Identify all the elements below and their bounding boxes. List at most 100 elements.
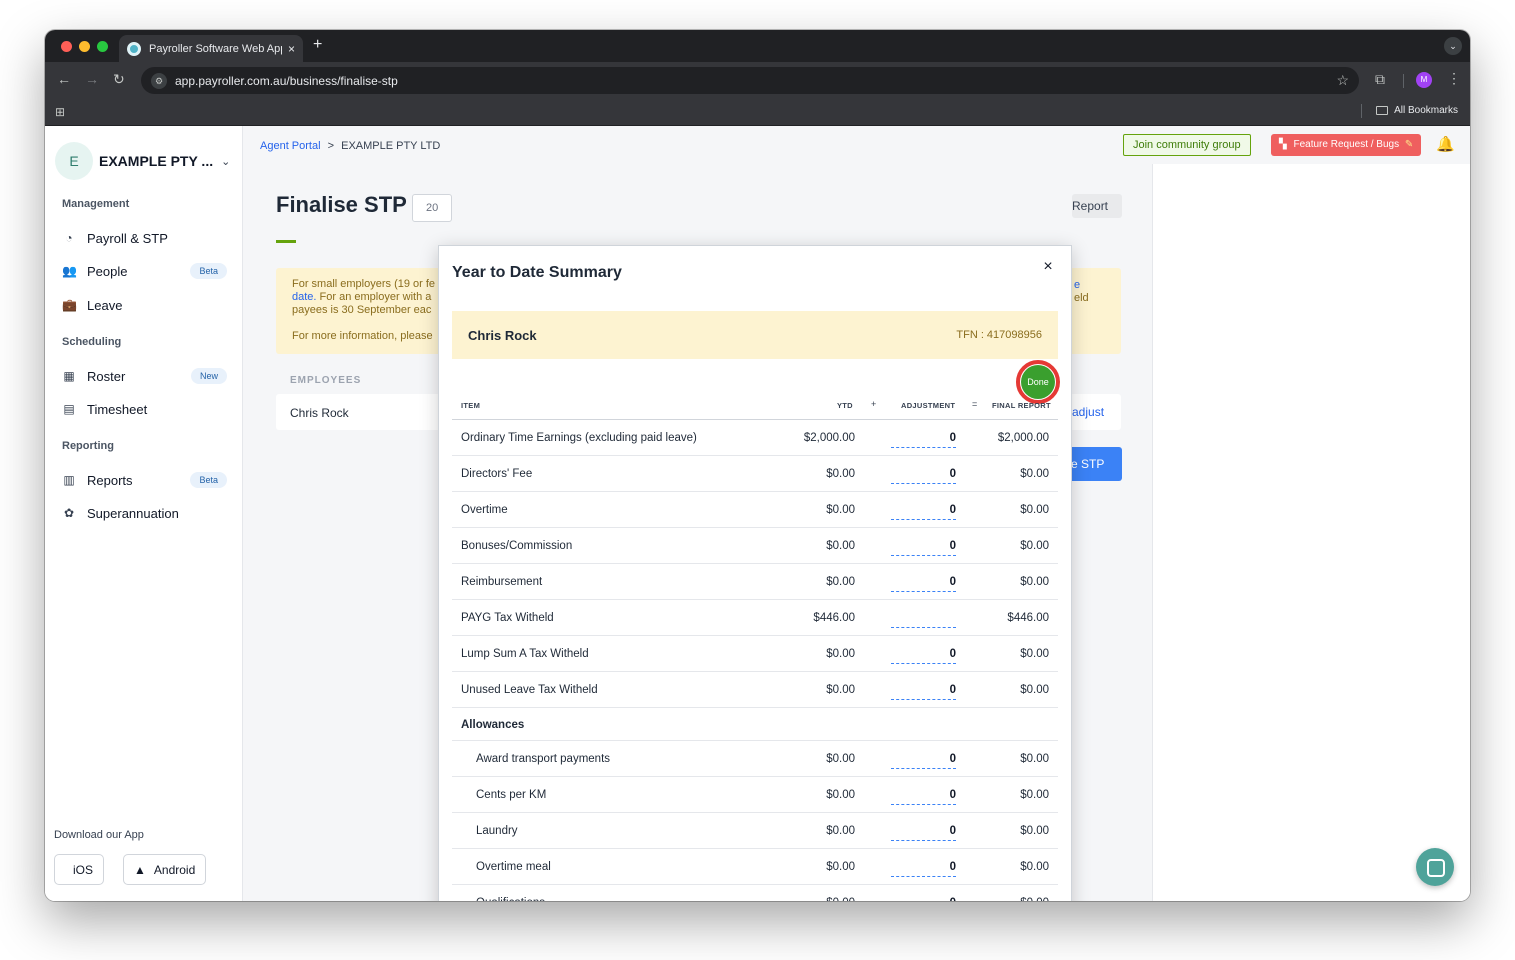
sidebar-item-reports[interactable]: ▥ Reports Beta bbox=[62, 468, 227, 492]
final-report-value: $0.00 bbox=[1020, 825, 1049, 837]
android-icon: ▲ bbox=[134, 862, 146, 877]
item-label: Unused Leave Tax Witheld bbox=[461, 684, 598, 696]
sidebar: E EXAMPLE PTY ... ⌄ Management ◔ Payroll… bbox=[45, 126, 243, 901]
item-label: Bonuses/Commission bbox=[461, 540, 573, 552]
breadcrumb-agent-portal[interactable]: Agent Portal bbox=[260, 140, 321, 152]
final-report-value: $0.00 bbox=[1020, 576, 1049, 588]
item-label: Ordinary Time Earnings (excluding paid l… bbox=[461, 432, 697, 444]
forward-button[interactable]: → bbox=[85, 71, 99, 87]
final-report-value: $0.00 bbox=[1020, 789, 1049, 801]
final-report-value: $446.00 bbox=[1007, 612, 1049, 624]
android-app-button[interactable]: ▲ Android bbox=[123, 854, 207, 885]
ytd-value: $0.00 bbox=[826, 648, 855, 660]
timesheet-icon: ▤ bbox=[63, 402, 75, 416]
adjustment-input[interactable]: 0 bbox=[891, 462, 956, 484]
notification-bell-icon[interactable]: 🔔 bbox=[1436, 135, 1455, 153]
sidebar-item-leave[interactable]: 💼 Leave bbox=[62, 293, 227, 317]
adjustment-input[interactable] bbox=[891, 606, 956, 628]
sidebar-item-payroll[interactable]: ◔ Payroll & STP bbox=[62, 226, 227, 250]
all-bookmarks-button[interactable]: All Bookmarks bbox=[1376, 105, 1458, 116]
table-row: Reimbursement $0.00 0 $0.00 bbox=[452, 564, 1058, 600]
sidebar-item-label: Timesheet bbox=[87, 401, 148, 417]
browser-tab[interactable]: Payroller Software Web Appli × bbox=[119, 35, 303, 62]
final-report-value: $0.00 bbox=[1020, 504, 1049, 516]
adjustment-input[interactable]: 0 bbox=[891, 570, 956, 592]
notice-text: eld bbox=[1074, 292, 1089, 304]
ytd-value: $0.00 bbox=[826, 504, 855, 516]
sidebar-item-timesheet[interactable]: ▤ Timesheet bbox=[62, 397, 227, 421]
chat-support-button[interactable] bbox=[1416, 848, 1454, 886]
tab-bar: Payroller Software Web Appli × + ⌄ bbox=[45, 30, 1470, 62]
item-label: Laundry bbox=[476, 825, 518, 837]
adjustment-input[interactable]: 0 bbox=[891, 534, 956, 556]
year-select[interactable]: 20 bbox=[412, 194, 452, 222]
browser-menu-icon[interactable]: ⋮ bbox=[1447, 70, 1461, 87]
final-report-value: $0.00 bbox=[952, 897, 1049, 901]
finalise-stp-button[interactable]: e STP bbox=[1066, 447, 1122, 481]
sidebar-item-people[interactable]: 👥 People Beta bbox=[62, 259, 227, 283]
breadcrumb-current: EXAMPLE PTY LTD bbox=[341, 140, 441, 152]
item-label: Cents per KM bbox=[476, 789, 547, 801]
ios-app-button[interactable]: iOS bbox=[54, 854, 105, 885]
ytd-value: $0.00 bbox=[826, 861, 855, 873]
nav-section-scheduling: Scheduling bbox=[62, 336, 122, 348]
adjustment-input[interactable]: 0 bbox=[891, 855, 956, 877]
ytd-value: $446.00 bbox=[813, 612, 855, 624]
maximize-window-button[interactable] bbox=[97, 41, 108, 52]
table-row: Qualifications$0.000$0.00 bbox=[452, 885, 1058, 901]
company-switcher[interactable]: E EXAMPLE PTY ... ⌄ bbox=[55, 142, 230, 180]
close-icon[interactable]: × bbox=[1040, 258, 1056, 276]
sidebar-item-superannuation[interactable]: ✿ Superannuation bbox=[62, 501, 227, 525]
adjustment-input[interactable]: 0 bbox=[891, 747, 956, 769]
item-label: Award transport payments bbox=[476, 753, 611, 765]
minimize-window-button[interactable] bbox=[79, 41, 90, 52]
notice-link[interactable]: e bbox=[1074, 279, 1089, 292]
close-window-button[interactable] bbox=[61, 41, 72, 52]
browser-window: Payroller Software Web Appli × + ⌄ ← → ↻… bbox=[45, 30, 1470, 901]
adjustment-input[interactable]: 0 bbox=[891, 678, 956, 700]
feature-request-button[interactable]: ▚ Feature Request / Bugs ✎ bbox=[1271, 134, 1422, 156]
chevron-down-icon: ⌄ bbox=[221, 155, 231, 168]
sidebar-item-roster[interactable]: ▦ Roster New bbox=[62, 364, 227, 388]
apps-grid-icon[interactable]: ⊞ bbox=[55, 105, 65, 119]
tab-close-button[interactable]: × bbox=[288, 42, 295, 56]
bookmark-star-icon[interactable]: ☆ bbox=[1336, 72, 1349, 89]
adjustment-input[interactable]: 0 bbox=[891, 819, 956, 841]
table-row: Unused Leave Tax Witheld $0.00 0 $0.00 bbox=[452, 672, 1058, 708]
notice-text: For an employer with a bbox=[316, 291, 432, 303]
final-report-value: $0.00 bbox=[1020, 684, 1049, 696]
ytd-value: $0.00 bbox=[826, 540, 855, 552]
tab-search-button[interactable]: ⌄ bbox=[1444, 37, 1462, 55]
beta-badge: Beta bbox=[190, 263, 227, 279]
site-info-icon[interactable]: ⚙ bbox=[151, 72, 167, 89]
all-bookmarks-label: All Bookmarks bbox=[1394, 105, 1458, 116]
android-label: Android bbox=[153, 862, 196, 877]
flag-icon: ▚ bbox=[1279, 139, 1287, 150]
table-row: PAYG Tax Witheld $446.00 $446.00 bbox=[452, 600, 1058, 636]
download-app-label: Download our App bbox=[54, 829, 144, 841]
extensions-icon[interactable]: ⧉ bbox=[1375, 71, 1385, 88]
company-avatar: E bbox=[55, 142, 93, 180]
reload-button[interactable]: ↻ bbox=[113, 71, 125, 88]
notice-link[interactable]: date. bbox=[292, 291, 316, 303]
ytd-value: $0.00 bbox=[752, 897, 855, 901]
join-community-button[interactable]: Join community group bbox=[1123, 134, 1251, 156]
adjust-link[interactable]: adjust bbox=[1072, 405, 1104, 419]
title-underline bbox=[276, 240, 296, 243]
adjustment-input[interactable]: 0 bbox=[891, 426, 956, 448]
address-bar[interactable]: ⚙ app.payroller.com.au/business/finalise… bbox=[141, 67, 1359, 94]
profile-avatar[interactable]: M bbox=[1416, 72, 1432, 88]
header-adjustment: ADJUSTMENT bbox=[901, 401, 956, 410]
table-header: ITEM YTD + ADJUSTMENT = FINAL REPORT bbox=[452, 393, 1058, 420]
ytd-value: $2,000.00 bbox=[803, 432, 855, 444]
item-label: Reimbursement bbox=[461, 576, 543, 588]
people-icon: 👥 bbox=[62, 264, 77, 278]
adjustment-input[interactable]: 0 bbox=[891, 891, 956, 901]
report-button[interactable]: Report bbox=[1072, 194, 1122, 218]
back-button[interactable]: ← bbox=[57, 71, 71, 87]
final-report-value: $0.00 bbox=[1020, 861, 1049, 873]
adjustment-input[interactable]: 0 bbox=[891, 642, 956, 664]
new-tab-button[interactable]: + bbox=[313, 36, 322, 54]
adjustment-input[interactable]: 0 bbox=[891, 783, 956, 805]
adjustment-input[interactable]: 0 bbox=[891, 498, 956, 520]
